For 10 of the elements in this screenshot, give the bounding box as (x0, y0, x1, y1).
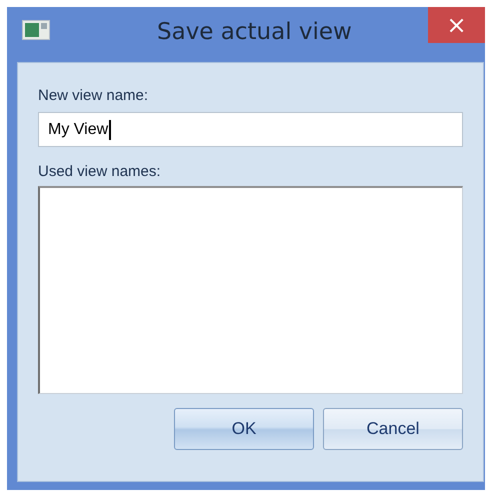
field-label: New view name: (38, 87, 150, 104)
text-cursor (109, 120, 111, 140)
list-label: Used view names: (38, 163, 162, 180)
window-title: Save actual view (157, 19, 352, 45)
ok-button[interactable]: OK (174, 408, 314, 450)
close-button[interactable]: × (428, 7, 485, 43)
window-icon (22, 20, 50, 40)
cancel-button[interactable]: Cancel (323, 408, 463, 450)
input-field[interactable]: My View (38, 112, 463, 147)
list-box[interactable] (38, 186, 463, 394)
